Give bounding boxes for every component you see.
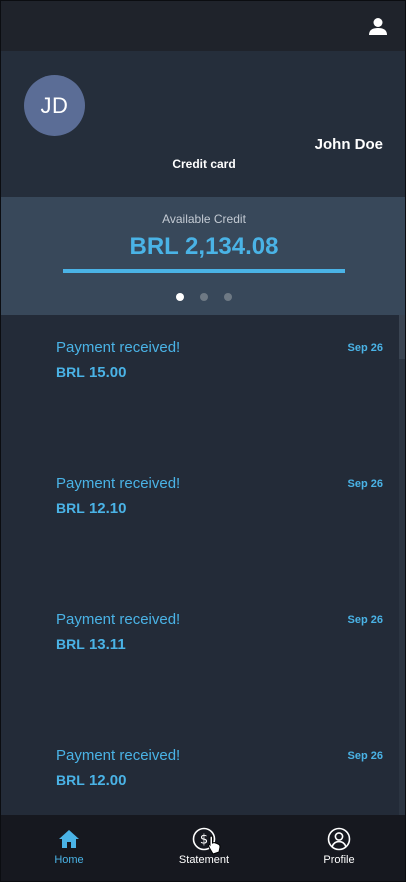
carousel-dot-2[interactable] — [200, 293, 208, 301]
nav-profile[interactable]: Profile — [271, 815, 405, 881]
transaction-value: 13.11 — [88, 636, 126, 653]
transaction-currency: BRL — [56, 364, 85, 380]
svg-text:$: $ — [200, 833, 208, 848]
scrollbar[interactable] — [399, 315, 405, 815]
transaction-value: 15.00 — [88, 364, 127, 381]
avatar: JD — [24, 75, 85, 136]
profile-icon — [327, 827, 351, 851]
dollar-circle-icon: $ — [192, 827, 216, 851]
transaction-value: 12.00 — [88, 772, 127, 789]
home-icon — [58, 827, 80, 851]
user-name: John Doe — [314, 136, 383, 153]
top-bar — [1, 1, 405, 51]
transaction-currency: BRL — [56, 636, 85, 652]
nav-statement[interactable]: $ Statement — [136, 815, 272, 881]
transaction-item[interactable]: Payment received! BRL 12.00 Sep 26 — [1, 723, 397, 803]
transaction-title: Payment received! — [56, 339, 181, 356]
transaction-currency: BRL — [56, 772, 85, 788]
credit-panel[interactable]: Available Credit BRL 2,134.08 — [1, 197, 405, 315]
carousel-dot-3[interactable] — [224, 293, 232, 301]
transaction-title: Payment received! — [56, 475, 181, 492]
carousel-dot-1[interactable] — [176, 293, 184, 301]
user-icon[interactable] — [367, 16, 389, 38]
scrollbar-thumb[interactable] — [399, 315, 405, 359]
nav-home-label: Home — [54, 854, 84, 866]
available-credit-label: Available Credit — [162, 212, 246, 226]
app-frame: JD John Doe Credit card Available Credit… — [0, 0, 406, 882]
transaction-amount: BRL 15.00 — [56, 364, 127, 381]
transaction-date: Sep 26 — [347, 342, 383, 354]
transaction-item[interactable]: Payment received! BRL 15.00 Sep 26 — [1, 315, 397, 395]
card-type-label: Credit card — [172, 157, 236, 171]
transaction-item[interactable]: Payment received! BRL 13.11 Sep 26 — [1, 587, 397, 667]
transaction-value: 12.10 — [88, 500, 127, 517]
transaction-date: Sep 26 — [347, 614, 383, 626]
transaction-item[interactable]: Payment received! BRL 12.10 Sep 26 — [1, 451, 397, 531]
credit-bar — [63, 269, 345, 273]
available-credit-amount: BRL 2,134.08 — [129, 233, 279, 260]
avatar-initials: JD — [40, 92, 69, 118]
transaction-date: Sep 26 — [347, 478, 383, 490]
bottom-nav: Home $ Statement Profile — [1, 815, 405, 881]
transaction-title: Payment received! — [56, 611, 181, 628]
profile-header: JD John Doe Credit card — [1, 51, 405, 197]
transaction-amount: BRL 12.10 — [56, 500, 127, 517]
transaction-amount: BRL 13.11 — [56, 636, 126, 653]
transaction-title: Payment received! — [56, 747, 181, 764]
nav-statement-label: Statement — [178, 854, 230, 866]
nav-home[interactable]: Home — [1, 815, 137, 881]
transaction-amount: BRL 12.00 — [56, 772, 127, 789]
transaction-date: Sep 26 — [347, 750, 383, 762]
transaction-currency: BRL — [56, 500, 85, 516]
nav-profile-label: Profile — [323, 854, 355, 866]
carousel-dots — [1, 293, 405, 301]
transaction-list[interactable]: Payment received! BRL 15.00 Sep 26 Payme… — [1, 315, 405, 815]
credit-bar-fill — [63, 269, 345, 273]
